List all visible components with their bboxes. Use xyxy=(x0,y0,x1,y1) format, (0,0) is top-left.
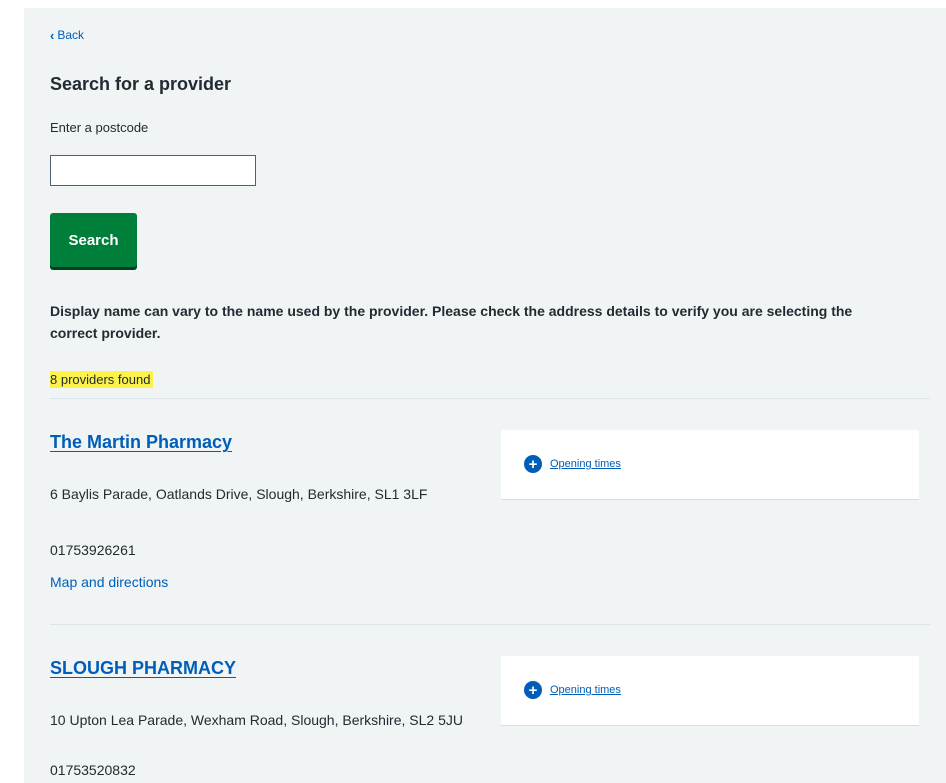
page-title: Search for a provider xyxy=(50,74,232,94)
results-count: 8 providers found xyxy=(50,371,154,388)
opening-times-label: Opening times xyxy=(550,684,621,696)
chevron-left-icon: ‹ xyxy=(50,27,55,43)
provider-name-link[interactable]: The Martin Pharmacy xyxy=(50,432,232,453)
plus-icon: + xyxy=(524,455,542,473)
provider-phone: 01753926261 xyxy=(50,542,136,558)
map-and-directions-link[interactable]: Map and directions xyxy=(50,574,168,590)
results-divider xyxy=(50,398,930,399)
plus-icon: + xyxy=(524,681,542,699)
postcode-input[interactable] xyxy=(50,155,256,186)
opening-times-panel: + Opening times xyxy=(501,430,919,500)
display-name-disclaimer: Display name can vary to the name used b… xyxy=(50,303,853,341)
opening-times-toggle[interactable]: + Opening times xyxy=(524,455,621,473)
provider-address: 6 Baylis Parade, Oatlands Drive, Slough,… xyxy=(50,486,428,502)
opening-times-toggle[interactable]: + Opening times xyxy=(524,681,621,699)
provider-divider xyxy=(50,624,930,625)
provider-address: 10 Upton Lea Parade, Wexham Road, Slough… xyxy=(50,712,463,728)
postcode-label: Enter a postcode xyxy=(50,120,149,135)
search-button[interactable]: Search xyxy=(50,213,137,267)
back-link-label: Back xyxy=(57,28,85,42)
page: ‹ Back Search for a provider Enter a pos… xyxy=(0,0,946,783)
content-panel: ‹ Back Search for a provider Enter a pos… xyxy=(24,8,946,783)
opening-times-panel: + Opening times xyxy=(501,656,919,726)
provider-phone: 01753520832 xyxy=(50,762,136,778)
provider-name-link[interactable]: SLOUGH PHARMACY xyxy=(50,658,236,679)
opening-times-label: Opening times xyxy=(550,458,621,470)
back-link[interactable]: ‹ Back xyxy=(50,28,84,42)
